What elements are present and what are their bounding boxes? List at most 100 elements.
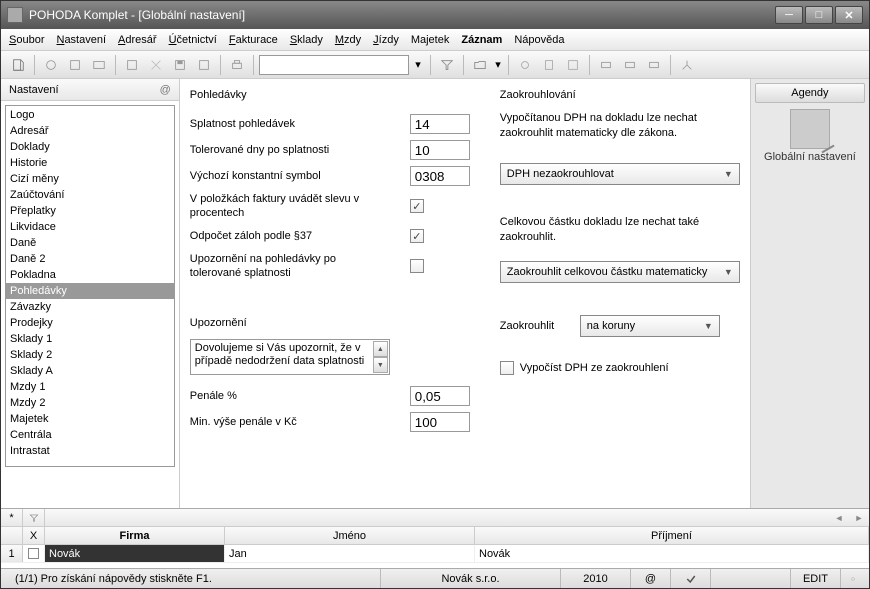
chk-odpocet[interactable] [410, 229, 424, 243]
combo-celkova-value: Zaokrouhlit celkovou částku matematicky [507, 266, 708, 278]
menu-adresar[interactable]: Adresář [118, 34, 157, 46]
toolbar-btn-5[interactable] [145, 54, 167, 76]
grid-header-firma[interactable]: Firma [45, 527, 225, 544]
sidebar-item-mzdy-1[interactable]: Mzdy 1 [6, 379, 174, 395]
menu-sklady[interactable]: Sklady [290, 34, 323, 46]
table-row[interactable]: 1 Novák Jan Novák [1, 545, 869, 563]
menu-jizdy[interactable]: Jízdy [373, 34, 399, 46]
field-splatnost[interactable] [410, 114, 470, 134]
chk-vypocist[interactable] [500, 361, 514, 375]
menu-zaznam[interactable]: Záznam [461, 34, 502, 46]
toolbar-search-field[interactable] [259, 55, 409, 75]
grid-cell-firma[interactable]: Novák [45, 545, 225, 562]
status-ok-icon[interactable] [841, 569, 865, 588]
textarea-up-button[interactable]: ▲ [373, 341, 388, 357]
combo-zaokrouhlit[interactable]: na koruny ▼ [580, 315, 720, 337]
toolbar-btn-2[interactable] [64, 54, 86, 76]
sidebar-item-z-vazky[interactable]: Závazky [6, 299, 174, 315]
toolbar-btn-14[interactable] [619, 54, 641, 76]
grid-cell-jmeno[interactable]: Jan [225, 545, 475, 562]
sidebar-item-sklady-2[interactable]: Sklady 2 [6, 347, 174, 363]
status-company: Novák s.r.o. [381, 569, 561, 588]
menu-nastaveni[interactable]: Nastavení [56, 34, 106, 46]
combo-celkova[interactable]: Zaokrouhlit celkovou částku matematicky … [500, 261, 740, 283]
globalni-nastaveni-icon[interactable] [790, 109, 830, 149]
sidebar-item-sklady-1[interactable]: Sklady 1 [6, 331, 174, 347]
sidebar-item-historie[interactable]: Historie [6, 155, 174, 171]
status-edit: EDIT [791, 569, 841, 588]
sidebar-item-intrastat[interactable]: Intrastat [6, 443, 174, 459]
toolbar-new-icon[interactable] [7, 54, 29, 76]
menu-ucetnictvi[interactable]: Účetnictví [169, 34, 217, 46]
sidebar-item-adres-[interactable]: Adresář [6, 123, 174, 139]
sidebar-item-pohled-vky[interactable]: Pohledávky [6, 283, 174, 299]
menubar: Soubor Nastavení Adresář Účetnictví Fakt… [1, 29, 869, 51]
status-at-icon[interactable]: @ [631, 569, 671, 588]
dph-description: Vypočítanou DPH na dokladu lze nechat za… [500, 111, 740, 145]
chk-sleva[interactable] [410, 199, 424, 213]
grid-row-checkbox[interactable] [23, 545, 45, 562]
grid-new-row-button[interactable]: * [1, 509, 23, 526]
sidebar-at-icon[interactable]: @ [160, 84, 171, 96]
grid-scroll-right[interactable]: ► [849, 509, 869, 526]
toolbar-btn-16[interactable] [676, 54, 698, 76]
grid-cell-prijmeni[interactable]: Novák [475, 545, 869, 562]
grid-filter-icon[interactable] [23, 509, 45, 526]
sidebar-item-sklady-a[interactable]: Sklady A [6, 363, 174, 379]
sidebar-item-doklady[interactable]: Doklady [6, 139, 174, 155]
sidebar-item-ciz-m-ny[interactable]: Cizí měny [6, 171, 174, 187]
toolbar-folder-icon[interactable] [469, 54, 491, 76]
grid-header-x[interactable]: X [23, 527, 45, 544]
menu-napoveda[interactable]: Nápověda [514, 34, 564, 46]
toolbar-search-dropdown[interactable]: ▾ [411, 54, 425, 76]
sidebar-item-centr-la[interactable]: Centrála [6, 427, 174, 443]
grid-scroll-left[interactable]: ◄ [829, 509, 849, 526]
sidebar-item-p-eplatky[interactable]: Přeplatky [6, 203, 174, 219]
toolbar-btn-1[interactable] [40, 54, 62, 76]
toolbar-save-icon[interactable] [169, 54, 191, 76]
minimize-button[interactable]: ─ [775, 6, 803, 24]
toolbar-btn-3[interactable] [88, 54, 110, 76]
sidebar-item-pokladna[interactable]: Pokladna [6, 267, 174, 283]
toolbar-filter-icon[interactable] [436, 54, 458, 76]
sidebar-item-dan-2[interactable]: Daně 2 [6, 251, 174, 267]
menu-fakturace[interactable]: Fakturace [229, 34, 278, 46]
sidebar-item-likvidace[interactable]: Likvidace [6, 219, 174, 235]
sidebar-item-dan-[interactable]: Daně [6, 235, 174, 251]
section-pohledavky: Pohledávky [190, 85, 390, 111]
toolbar-print-icon[interactable] [226, 54, 248, 76]
toolbar-btn-10[interactable] [514, 54, 536, 76]
sidebar-item-mzdy-2[interactable]: Mzdy 2 [6, 395, 174, 411]
menu-mzdy[interactable]: Mzdy [335, 34, 361, 46]
textarea-down-button[interactable]: ▼ [373, 357, 388, 373]
toolbar-btn-15[interactable] [643, 54, 665, 76]
toolbar-folder-dropdown[interactable]: ▾ [493, 54, 503, 76]
agendy-item-label[interactable]: Globální nastavení [751, 151, 869, 163]
close-button[interactable]: ✕ [835, 6, 863, 24]
toolbar-btn-7[interactable] [193, 54, 215, 76]
field-penale[interactable] [410, 386, 470, 406]
lbl-odpocet: Odpočet záloh podle §37 [190, 230, 390, 242]
grid-header-prijmeni[interactable]: Příjmení [475, 527, 869, 544]
settings-list[interactable]: LogoAdresářDokladyHistorieCizí měnyZaúčt… [5, 105, 175, 467]
menu-majetek[interactable]: Majetek [411, 34, 450, 46]
sidebar-item-majetek[interactable]: Majetek [6, 411, 174, 427]
grid-header-jmeno[interactable]: Jméno [225, 527, 475, 544]
field-min-penale[interactable] [410, 412, 470, 432]
sidebar-item-logo[interactable]: Logo [6, 107, 174, 123]
chk-upozorneni-po[interactable] [410, 259, 424, 273]
toolbar-btn-4[interactable] [121, 54, 143, 76]
maximize-button[interactable]: □ [805, 6, 833, 24]
menu-soubor[interactable]: Soubor [9, 34, 44, 46]
field-ksymbol[interactable] [410, 166, 470, 186]
status-check-icon[interactable] [671, 569, 711, 588]
field-tolerovane[interactable] [410, 140, 470, 160]
sidebar-item-prodejky[interactable]: Prodejky [6, 315, 174, 331]
toolbar-btn-12[interactable] [562, 54, 584, 76]
combo-dph[interactable]: DPH nezaokrouhlovat ▼ [500, 163, 740, 185]
toolbar-btn-13[interactable] [595, 54, 617, 76]
toolbar-calc-icon[interactable] [538, 54, 560, 76]
sidebar-item-za-tov-n-[interactable]: Zaúčtování [6, 187, 174, 203]
status-year: 2010 [561, 569, 631, 588]
upozorneni-textarea[interactable]: Dovolujeme si Vás upozornit, že v případ… [190, 339, 390, 375]
